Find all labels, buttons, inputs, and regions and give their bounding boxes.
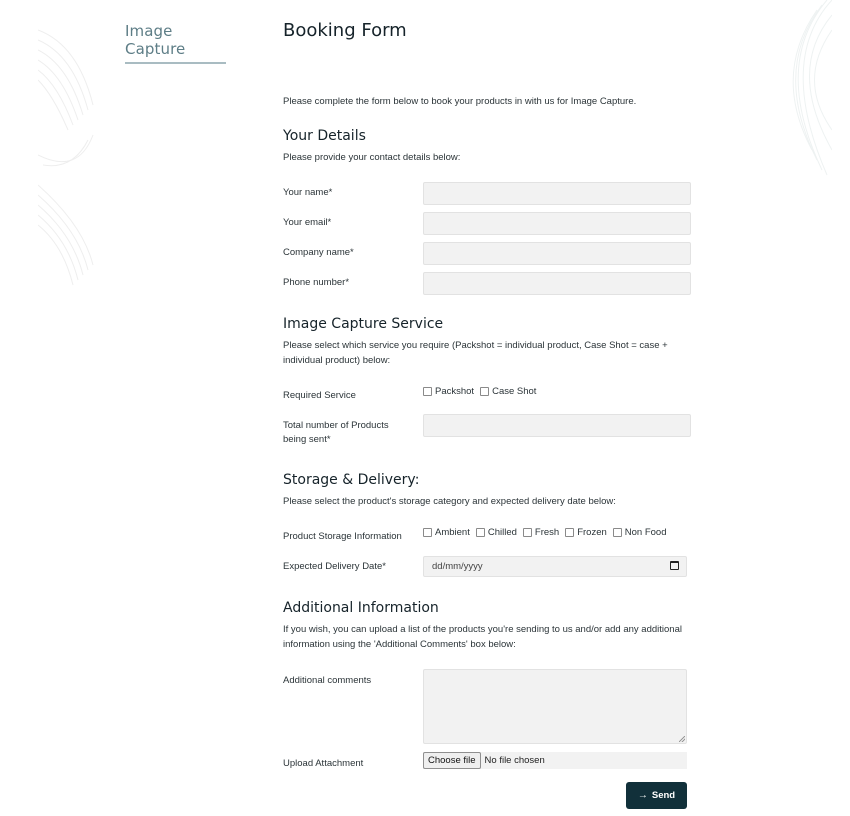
checkbox-label: Frozen (577, 527, 607, 538)
file-upload-input[interactable]: Choose file No file chosen (423, 752, 687, 769)
section-title-image-capture-service: Image Capture Service (283, 316, 444, 332)
checkbox-label: Chilled (487, 527, 517, 538)
send-button[interactable]: → Send (626, 782, 687, 809)
calendar-icon[interactable] (670, 561, 679, 570)
checkbox-box[interactable] (423, 528, 432, 537)
checkbox-box[interactable] (612, 528, 622, 537)
checkbox-label: Ambient (435, 527, 470, 538)
arrow-right-icon: → (637, 790, 648, 801)
page-title: Booking Form (283, 20, 407, 41)
checkbox-fresh[interactable]: Fresh (522, 527, 560, 538)
checkbox-box[interactable] (565, 528, 575, 537)
intro-text: Please complete the form below to book y… (283, 96, 637, 107)
send-label: Send (651, 790, 676, 801)
label-company-name: Company name* (283, 247, 354, 258)
checkbox-ambient[interactable]: Ambient (423, 527, 470, 538)
checkbox-label: Fresh (534, 527, 560, 538)
checkbox-packshot[interactable]: Packshot (423, 386, 474, 397)
section-desc-additional-information: If you wish, you can upload a list of th… (283, 624, 682, 650)
checkbox-box[interactable] (522, 528, 532, 537)
section-desc-storage-delivery: Please select the product's storage cate… (283, 496, 616, 507)
storage-options: Ambient Chilled Fresh Frozen Non Food (423, 527, 667, 538)
label-upload-attachment: Upload Attachment (283, 758, 364, 769)
label-total-products: Total number of Products being sent* (283, 420, 389, 445)
label-phone-number: Phone number* (283, 277, 350, 288)
choose-file-button[interactable]: Choose file (423, 752, 481, 769)
checkbox-label: Packshot (435, 386, 475, 397)
resize-handle-icon[interactable] (679, 736, 685, 742)
company-name-input[interactable] (423, 242, 691, 265)
checkbox-label: Non Food (624, 527, 667, 538)
delivery-date-input[interactable]: dd/mm/yyyy (423, 556, 687, 577)
section-desc-your-details: Please provide your contact details belo… (283, 152, 461, 163)
file-status: No file chosen (484, 755, 545, 766)
label-required-service: Required Service (283, 390, 356, 401)
checkbox-chilled[interactable]: Chilled (475, 527, 517, 538)
label-additional-comments: Additional comments (283, 675, 372, 686)
phone-number-input[interactable] (423, 272, 691, 295)
section-title-additional-information: Additional Information (283, 600, 439, 616)
section-title-your-details: Your Details (283, 128, 366, 144)
sidebar-link-image-capture[interactable]: Image Capture (125, 22, 226, 64)
checkbox-frozen[interactable]: Frozen (565, 527, 607, 538)
your-email-input[interactable] (423, 212, 691, 235)
date-placeholder: dd/mm/yyyy (432, 561, 483, 572)
label-your-name: Your name* (283, 187, 333, 198)
service-options: Packshot Case Shot (423, 386, 536, 397)
section-title-storage-delivery: Storage & Delivery: (283, 472, 420, 488)
label-your-email: Your email* (283, 217, 332, 228)
checkbox-case-shot[interactable]: Case Shot (480, 386, 536, 397)
label-expected-delivery-date: Expected Delivery Date* (283, 561, 386, 572)
your-name-input[interactable] (423, 182, 691, 205)
section-desc-image-capture-service: Please select which service you require … (283, 340, 668, 366)
additional-comments-textarea[interactable] (423, 669, 687, 744)
checkbox-box[interactable] (475, 528, 485, 537)
total-products-input[interactable] (423, 414, 691, 437)
checkbox-non-food[interactable]: Non Food (612, 527, 667, 538)
fingerprint-decoration-right (792, 0, 832, 176)
checkbox-label: Case Shot (492, 386, 537, 397)
label-product-storage: Product Storage Information (283, 531, 402, 542)
checkbox-box[interactable] (423, 387, 432, 396)
fingerprint-decoration-left (38, 29, 94, 286)
checkbox-box[interactable] (480, 387, 490, 396)
